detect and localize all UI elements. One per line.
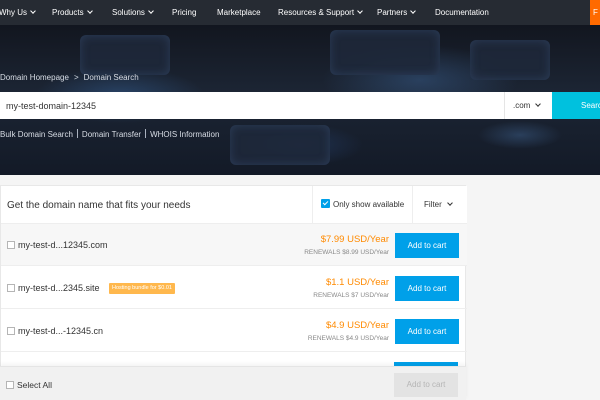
nav-cta-button[interactable]: F	[590, 0, 600, 25]
domain-price: $1.1 USD/Year	[325, 277, 389, 288]
nav-item-label: Products	[52, 8, 84, 17]
nav-item-why-us[interactable]: Why Us	[0, 0, 36, 25]
search-button[interactable]: Search	[552, 92, 600, 119]
add-to-cart-button[interactable]: Add to cart	[395, 233, 459, 258]
domain-transfer-link[interactable]: Domain Transfer	[82, 130, 141, 139]
chevron-down-icon	[410, 8, 417, 14]
domain-checkbox[interactable]	[7, 241, 15, 249]
nav-item-marketplace[interactable]: Marketplace	[217, 0, 261, 25]
renewal-price: RENEWALS $8.99 USD/Year	[304, 249, 389, 256]
domain-result-row: my-test-d...2345.site Hosting bundle for…	[1, 267, 467, 309]
select-all-label[interactable]: Select All	[17, 380, 52, 390]
hero-keyboard-key	[230, 125, 330, 165]
nav-item-label: Marketplace	[217, 8, 261, 17]
nav-item-label: Pricing	[172, 8, 197, 17]
nav-item-label: Solutions	[112, 8, 145, 17]
domain-name: my-test-d...12345.com	[18, 240, 108, 250]
domain-result-row: my-test-d...-12345.cn $4.9 USD/Year RENE…	[1, 310, 467, 352]
renewal-price: RENEWALS $7 USD/Year	[313, 292, 389, 299]
search-sublinks: Bulk Domain Search Domain Transfer WHOIS I…	[0, 129, 219, 139]
add-to-cart-button[interactable]: Add to cart	[395, 276, 459, 301]
select-all-checkbox[interactable]	[6, 381, 14, 389]
only-show-available-toggle[interactable]: Only show available	[312, 186, 413, 224]
tld-dropdown[interactable]: .com	[504, 92, 552, 119]
chevron-down-icon	[148, 8, 154, 14]
checkbox-checked-icon[interactable]	[321, 199, 330, 208]
hero-banner: Domain Homepage > Domain Search .com Searc…	[0, 25, 600, 175]
chevron-down-icon	[30, 8, 36, 14]
domain-checkbox[interactable]	[7, 327, 15, 335]
hero-keyboard-key	[330, 30, 440, 75]
results-title: Get the domain name that fits your needs	[7, 200, 191, 211]
chevron-down-icon	[446, 200, 453, 206]
breadcrumb: Domain Homepage > Domain Search	[0, 73, 139, 82]
domain-result-row: my-test-d...12345.com $7.99 USD/Year REN…	[1, 224, 467, 266]
domain-search-bar: .com Search	[0, 92, 600, 119]
nav-item-partners[interactable]: Partners	[377, 0, 417, 25]
nav-item-label: Documentation	[435, 8, 489, 17]
bulk-domain-search-link[interactable]: Bulk Domain Search	[0, 130, 73, 139]
nav-item-products[interactable]: Products	[52, 0, 93, 25]
hero-keyboard-key	[470, 40, 550, 80]
whois-information-link[interactable]: WHOIS Information	[150, 130, 219, 139]
domain-name: my-test-d...-12345.cn	[18, 326, 104, 336]
add-to-cart-button[interactable]: Add to cart	[395, 319, 459, 344]
results-footer-bar: Select All Add to cart	[0, 366, 466, 400]
nav-item-resources-support[interactable]: Resources & Support	[278, 0, 363, 25]
domain-search-input[interactable]	[0, 92, 504, 119]
promo-badge: Hosting bundle for $0.01	[109, 283, 175, 294]
breadcrumb-current[interactable]: Domain Search	[84, 73, 139, 82]
chevron-down-icon	[535, 101, 542, 107]
only-show-available-label: Only show available	[333, 200, 405, 209]
hero-keyboard-key	[80, 35, 170, 75]
divider	[145, 129, 147, 138]
domain-name: my-test-d...2345.site	[18, 283, 100, 293]
nav-cta-label: F	[593, 8, 598, 17]
domain-price: $7.99 USD/Year	[320, 234, 389, 245]
nav-item-solutions[interactable]: Solutions	[112, 0, 154, 25]
add-to-cart-button-disabled: Add to cart	[394, 373, 458, 397]
chevron-down-icon	[86, 8, 93, 14]
divider	[76, 129, 78, 138]
filter-label: Filter	[424, 200, 442, 209]
breadcrumb-separator: >	[73, 73, 79, 82]
domain-checkbox[interactable]	[7, 284, 15, 292]
nav-item-pricing[interactable]: Pricing	[172, 0, 196, 25]
domain-price: $4.9 USD/Year	[325, 320, 389, 331]
nav-item-documentation[interactable]: Documentation	[435, 0, 489, 25]
search-button-label: Search	[581, 101, 600, 110]
nav-item-label: Resources & Support	[278, 8, 355, 17]
chevron-down-icon	[357, 8, 363, 14]
results-header: Get the domain name that fits your needs…	[1, 186, 467, 224]
filter-dropdown[interactable]: Filter	[424, 186, 453, 224]
nav-item-label: Why Us	[0, 8, 27, 17]
tld-selected-value: .com	[513, 101, 531, 110]
top-navigation: Why Us Products Solutions Pricing Market…	[0, 0, 600, 25]
renewal-price: RENEWALS $4.9 USD/Year	[307, 335, 389, 342]
breadcrumb-home-link[interactable]: Domain Homepage	[0, 73, 69, 82]
nav-item-label: Partners	[377, 8, 408, 17]
